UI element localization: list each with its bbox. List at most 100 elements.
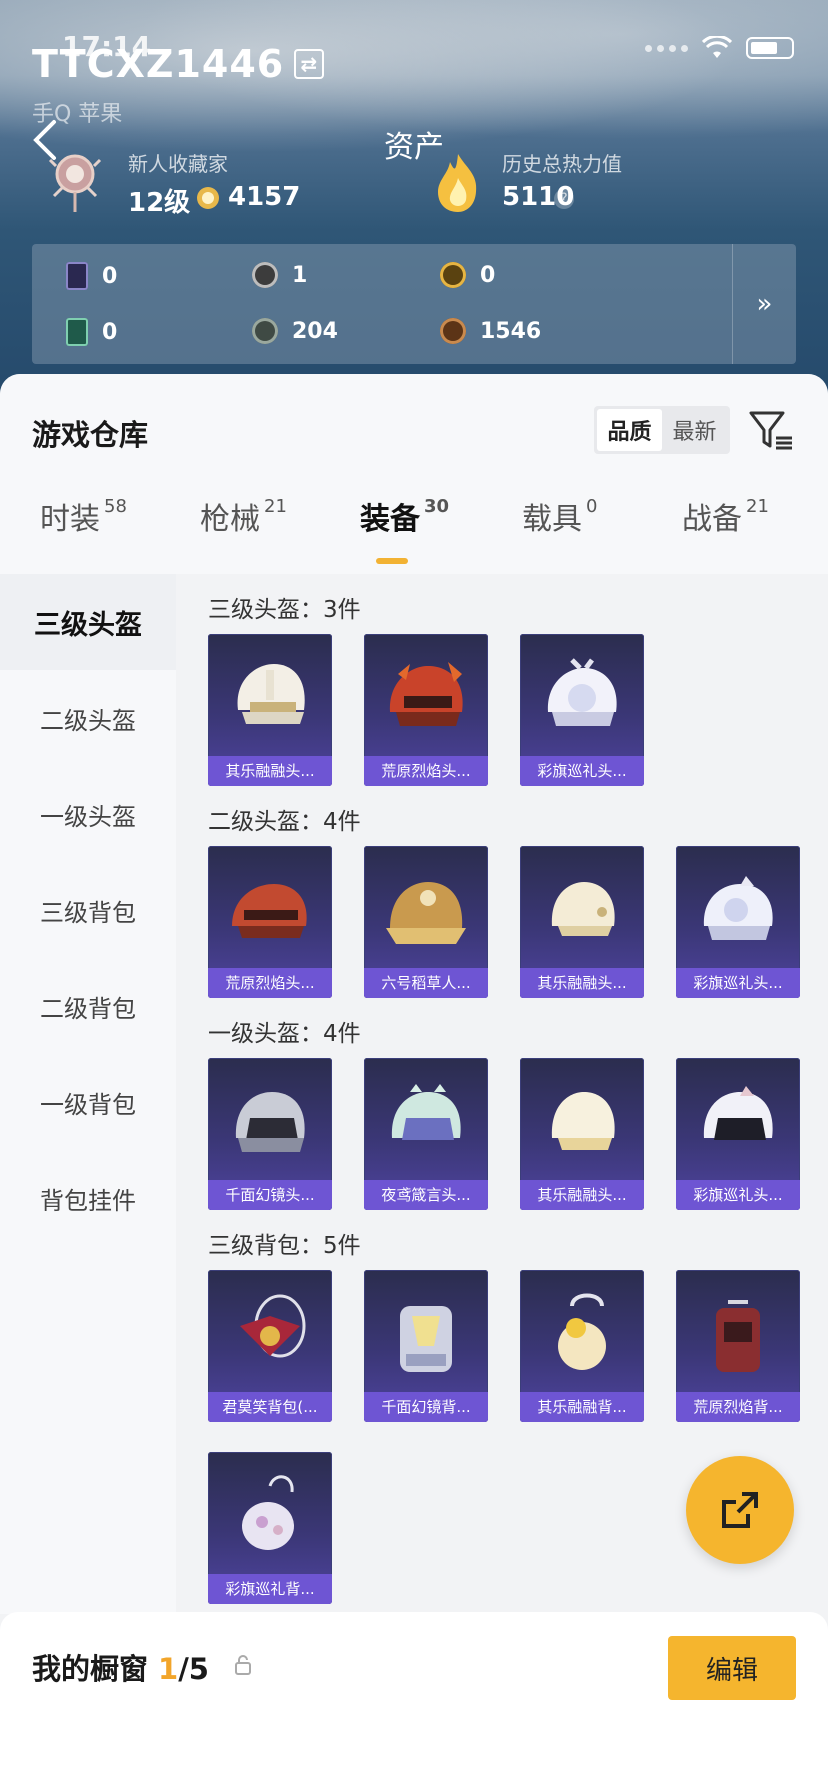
collector-label: 新人收藏家 (128, 152, 228, 176)
item-label: 其乐融融头... (520, 968, 644, 998)
tab-equipment[interactable]: 装备 30 (360, 494, 449, 538)
helmet-icon (551, 882, 615, 936)
currency-item: 0 (66, 262, 117, 290)
item-card[interactable]: 其乐融融头... (208, 634, 332, 786)
item-card[interactable]: 彩旗巡礼背... (208, 1452, 332, 1604)
purple-card-icon (66, 262, 88, 290)
helmet-icon (389, 662, 463, 726)
showcase-current: 1 (158, 1652, 179, 1686)
item-label: 千面幻镜背... (364, 1392, 488, 1422)
gray-orb-icon (252, 318, 278, 344)
double-chevron-right-icon: » (756, 289, 773, 319)
active-tab-indicator (376, 558, 408, 564)
group-title: 三级背包：5件 (208, 1233, 361, 1259)
sidebar-item-backpack-charm[interactable]: 背包挂件 (0, 1150, 176, 1246)
backpack-icon (240, 1294, 306, 1358)
item-label: 荒原烈焰头... (364, 756, 488, 786)
item-card[interactable]: 六号稻草人... (364, 846, 488, 998)
tab-weapons[interactable]: 枪械 21 (200, 494, 287, 538)
currency-item: 1546 (440, 318, 541, 344)
item-card[interactable]: 荒原烈焰背... (676, 1270, 800, 1422)
item-card[interactable]: 夜鸢箴言头... (364, 1058, 488, 1210)
item-card[interactable]: 荒原烈焰头... (208, 846, 332, 998)
item-card[interactable]: 荒原烈焰头... (364, 634, 488, 786)
item-label: 夜鸢箴言头... (364, 1180, 488, 1210)
showcase-bar: 我的橱窗 1 /5 编辑 (0, 1612, 828, 1792)
item-card[interactable]: 君莫笑背包(... (208, 1270, 332, 1422)
group-title: 一级头盔：4件 (208, 1021, 361, 1047)
filter-icon[interactable] (748, 410, 794, 452)
sort-toggle: 品质 最新 (594, 406, 730, 454)
warehouse-sheet: 游戏仓库 品质 最新 时装 58 枪械 21 装备 30 载具 0 战备 21 三级头盔 … (0, 374, 828, 1792)
currency-more-button[interactable]: » (732, 244, 796, 364)
item-card[interactable]: 其乐融融头... (520, 846, 644, 998)
currency-item: 0 (66, 318, 117, 346)
sidebar-item-level1-helmet[interactable]: 一级头盔 (0, 766, 176, 862)
level-value: 12级 (128, 188, 191, 218)
item-label: 六号稻草人... (364, 968, 488, 998)
item-card[interactable]: 彩旗巡礼头... (676, 1058, 800, 1210)
heat-flame-icon (438, 154, 477, 212)
sidebar-item-level3-helmet[interactable]: 三级头盔 (0, 574, 176, 670)
warehouse-title: 游戏仓库 (32, 418, 149, 452)
item-label: 彩旗巡礼头... (520, 756, 644, 786)
helmet-icon (703, 1086, 773, 1140)
helmet-icon (386, 882, 466, 944)
wifi-icon (702, 36, 732, 58)
backpack-icon (716, 1300, 760, 1372)
item-card[interactable]: 其乐融融头... (520, 1058, 644, 1210)
item-label: 君莫笑背包(... (208, 1392, 332, 1422)
item-card[interactable]: 千面幻镜头... (208, 1058, 332, 1210)
item-card[interactable]: 千面幻镜背... (364, 1270, 488, 1422)
edit-button[interactable]: 编辑 (668, 1636, 796, 1700)
tab-supplies[interactable]: 战备 21 (682, 494, 769, 538)
helmet-icon (703, 876, 773, 940)
coin-value: 4157 (228, 182, 301, 212)
item-label: 彩旗巡礼背... (208, 1574, 332, 1604)
subcategory-sidebar: 三级头盔 二级头盔 一级头盔 三级背包 二级背包 一级背包 背包挂件 (0, 574, 176, 1614)
currency-item: 204 (252, 318, 338, 344)
page-title: 资产 (384, 130, 444, 165)
tab-vehicles[interactable]: 载具 0 (522, 494, 597, 538)
currency-item: 0 (440, 262, 495, 288)
sidebar-item-level2-helmet[interactable]: 二级头盔 (0, 670, 176, 766)
item-card[interactable]: 其乐融融背... (520, 1270, 644, 1422)
collector-medal-icon (48, 154, 102, 212)
lock-icon (235, 1655, 251, 1675)
helmet-icon (547, 658, 617, 726)
asset-header: 17:14 TTCXZ1446 ⇄ 手Q 苹果 资产 新人收藏家 12级 415… (0, 0, 828, 420)
helmet-icon (391, 1084, 461, 1140)
battery-icon (746, 37, 794, 59)
item-label: 其乐融融头... (208, 756, 332, 786)
item-card[interactable]: 彩旗巡礼头... (676, 846, 800, 998)
username[interactable]: TTCXZ1446 ⇄ (32, 42, 325, 86)
help-icon[interactable]: ? (554, 189, 574, 209)
showcase-total: /5 (178, 1652, 209, 1686)
username-text: TTCXZ1446 (32, 42, 285, 86)
sort-quality-button[interactable]: 品质 (597, 409, 662, 451)
swap-account-icon[interactable]: ⇄ (294, 49, 325, 79)
sidebar-item-level1-backpack[interactable]: 一级背包 (0, 1054, 176, 1150)
collection-coin-icon (197, 187, 219, 209)
status-icons (645, 36, 794, 60)
showcase-label: 我的橱窗 1 /5 (32, 1652, 209, 1686)
group-title: 二级头盔：4件 (208, 809, 361, 835)
item-label: 荒原烈焰头... (208, 968, 332, 998)
currency-item: 1 (252, 262, 307, 288)
share-button[interactable] (686, 1456, 794, 1564)
sidebar-item-level2-backpack[interactable]: 二级背包 (0, 958, 176, 1054)
item-card[interactable]: 彩旗巡礼头... (520, 634, 644, 786)
backpack-icon (558, 1293, 606, 1370)
item-label: 千面幻镜头... (208, 1180, 332, 1210)
tab-fashion[interactable]: 时装 58 (40, 494, 127, 538)
helmet-icon (551, 1092, 615, 1150)
group-title: 三级头盔：3件 (208, 597, 361, 623)
item-label: 彩旗巡礼头... (676, 968, 800, 998)
signal-icon (645, 44, 688, 52)
sort-latest-button[interactable]: 最新 (662, 409, 727, 451)
category-tabs: 时装 58 枪械 21 装备 30 载具 0 战备 21 (0, 494, 828, 564)
sidebar-item-level3-backpack[interactable]: 三级背包 (0, 862, 176, 958)
green-card-icon (66, 318, 88, 346)
bronze-orb-icon (440, 318, 466, 344)
helmet-icon (235, 1092, 305, 1152)
